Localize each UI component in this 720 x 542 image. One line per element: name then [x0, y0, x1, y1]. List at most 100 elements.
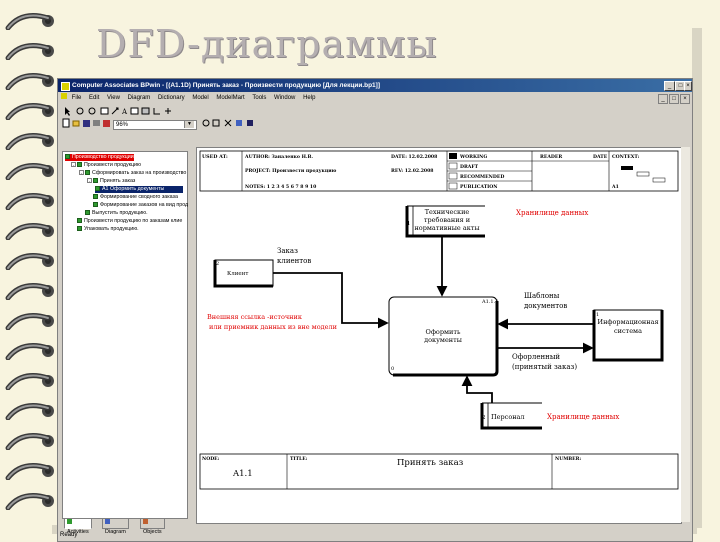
entity-tool-icon[interactable] — [141, 107, 150, 115]
menu-window[interactable]: Window — [274, 93, 295, 104]
ring-icon — [5, 73, 54, 90]
info-system-label-1: Информационная — [597, 318, 658, 326]
zoom-tool-icon[interactable] — [76, 107, 84, 115]
ring-icon — [5, 433, 54, 450]
vertical-scrollbar[interactable] — [681, 147, 690, 522]
open-icon[interactable] — [72, 120, 80, 127]
minimize-button[interactable]: _ — [664, 81, 675, 91]
tab-diagram[interactable]: Diagram — [102, 518, 129, 535]
collapse-icon[interactable]: - — [87, 178, 92, 184]
arrow-order-label-1: Заказ — [277, 247, 298, 255]
tree-item[interactable]: A1 Оформить документы — [95, 186, 183, 193]
slide-shadow-right — [692, 28, 702, 528]
ring-icon — [5, 163, 54, 180]
print-icon[interactable] — [93, 120, 100, 126]
ring-icon — [5, 13, 54, 30]
data-store-1-number: 1 — [407, 221, 411, 227]
info-system-label-2: система — [614, 327, 642, 335]
status-bar: Ready — [60, 532, 78, 538]
text-tool-icon[interactable]: A — [121, 108, 128, 116]
title-value: Принять заказ — [397, 458, 464, 468]
context-label: CONTEXT: — [612, 154, 640, 160]
color-icon[interactable] — [103, 120, 110, 127]
menu-bar: File Edit View Diagram Dictionary Model … — [58, 93, 692, 104]
reader-label: READER — [540, 154, 562, 160]
tab-activities[interactable]: Activities — [64, 518, 92, 535]
ring-icon — [5, 283, 54, 300]
data-store-1-label-2: требования и — [424, 216, 470, 224]
collapse-icon[interactable]: - — [79, 170, 84, 176]
diagram-canvas[interactable]: USED AT: AUTHOR: Заналенко Н.В. PROJECT:… — [196, 147, 682, 524]
tree-item[interactable]: Формирование заказов на вид прод — [93, 202, 188, 209]
menu-diagram[interactable]: Diagram — [128, 93, 151, 104]
arrow-done-label-1: Офорленный — [512, 353, 560, 361]
activity-node-icon — [93, 202, 98, 208]
publication-label: PUBLICATION — [460, 184, 498, 190]
tool-palette-icons: A — [65, 107, 171, 116]
window-titlebar: Computer Associates BPwin - [(A1.1D) При… — [58, 79, 692, 92]
tree-item[interactable]: Произвести продукцию по заказам клие — [77, 218, 182, 225]
process-number: 0 — [391, 366, 394, 372]
model-explorer-icon[interactable] — [224, 119, 232, 127]
menu-model[interactable]: Model — [192, 93, 208, 104]
fit-icon[interactable] — [212, 119, 220, 127]
collapse-icon[interactable]: - — [71, 162, 76, 168]
data-store-1-label-1: Технические — [425, 208, 470, 216]
doc-restore-button[interactable]: □ — [669, 94, 679, 104]
zoom-in-icon[interactable] — [202, 119, 210, 127]
external-note-1: Внешняя ссылка -источник — [207, 313, 302, 321]
tree-item[interactable]: Формирование сводного заказа — [93, 194, 178, 201]
ring-icon — [5, 493, 54, 510]
menu-file[interactable]: File — [72, 93, 82, 104]
doc-close-button[interactable]: × — [680, 94, 690, 104]
pointer-tool-icon[interactable] — [65, 107, 70, 116]
arrow-done-label-2: (принятый заказ) — [512, 363, 577, 371]
publication-status-box — [448, 182, 458, 190]
tree-item[interactable]: - Принять заказ — [87, 178, 135, 185]
menu-edit[interactable]: Edit — [89, 93, 99, 104]
menu-help[interactable]: Help — [303, 93, 315, 104]
doc-minimize-button[interactable]: _ — [658, 94, 668, 104]
tree-item[interactable]: Производство продукции — [65, 154, 134, 161]
activity-node-icon — [85, 170, 90, 176]
activity-box-tool-icon[interactable] — [100, 107, 109, 115]
menu-tools[interactable]: Tools — [252, 93, 266, 104]
store-tool-icon[interactable] — [130, 107, 139, 115]
standard-toolbar — [61, 118, 113, 129]
model-explorer: Производство продукции - Произвести проду… — [62, 151, 188, 519]
tree-item[interactable]: - Сформировать заказ на производство — [79, 170, 186, 177]
arrow-tool-icon[interactable] — [111, 107, 119, 115]
ring-icon — [5, 253, 54, 270]
save-icon[interactable] — [83, 120, 90, 127]
ring-icon — [5, 463, 54, 480]
new-icon[interactable] — [62, 118, 70, 128]
view-toolbar-icons — [202, 119, 253, 127]
data-store-2-note: Хранилище данных — [547, 413, 619, 421]
report-icon[interactable] — [247, 120, 253, 126]
tab-objects[interactable]: Objects — [140, 518, 165, 535]
navigator-icon[interactable] — [236, 120, 242, 126]
zoom-out-tool-icon[interactable] — [88, 107, 96, 115]
ring-icon — [5, 43, 54, 60]
number-label: NUMBER: — [555, 456, 581, 462]
activity-node-icon — [95, 186, 100, 192]
tree-item[interactable]: Выпустить продукцию. — [85, 210, 148, 217]
menu-modelmart[interactable]: ModelMart — [216, 93, 244, 104]
tree-item[interactable]: Упаковать продукцию. — [77, 226, 139, 233]
close-button[interactable]: × — [684, 81, 692, 91]
context-thumb-selected — [621, 166, 633, 170]
menu-dictionary[interactable]: Dictionary — [158, 93, 185, 104]
squiggle-tool-icon[interactable] — [153, 108, 160, 115]
tree-item[interactable]: - Произвести продукцию — [71, 162, 141, 169]
arrow-personnel[interactable] — [461, 375, 493, 403]
notes-field: NOTES: 1 2 3 4 5 6 7 8 9 10 — [245, 184, 316, 190]
data-store-1-note: Хранилище данных — [516, 209, 588, 217]
node-value: A1.1 — [232, 469, 253, 479]
zoom-select-dropdown-icon[interactable]: ▼ — [184, 121, 194, 128]
junction-tool-icon[interactable] — [165, 108, 171, 114]
arrow-order-label-2: клиентов — [277, 257, 311, 265]
menu-view[interactable]: View — [107, 93, 120, 104]
recommended-status-box — [448, 172, 458, 180]
data-store-2-label: Персонал — [491, 413, 525, 421]
activity-node-icon — [77, 226, 82, 232]
